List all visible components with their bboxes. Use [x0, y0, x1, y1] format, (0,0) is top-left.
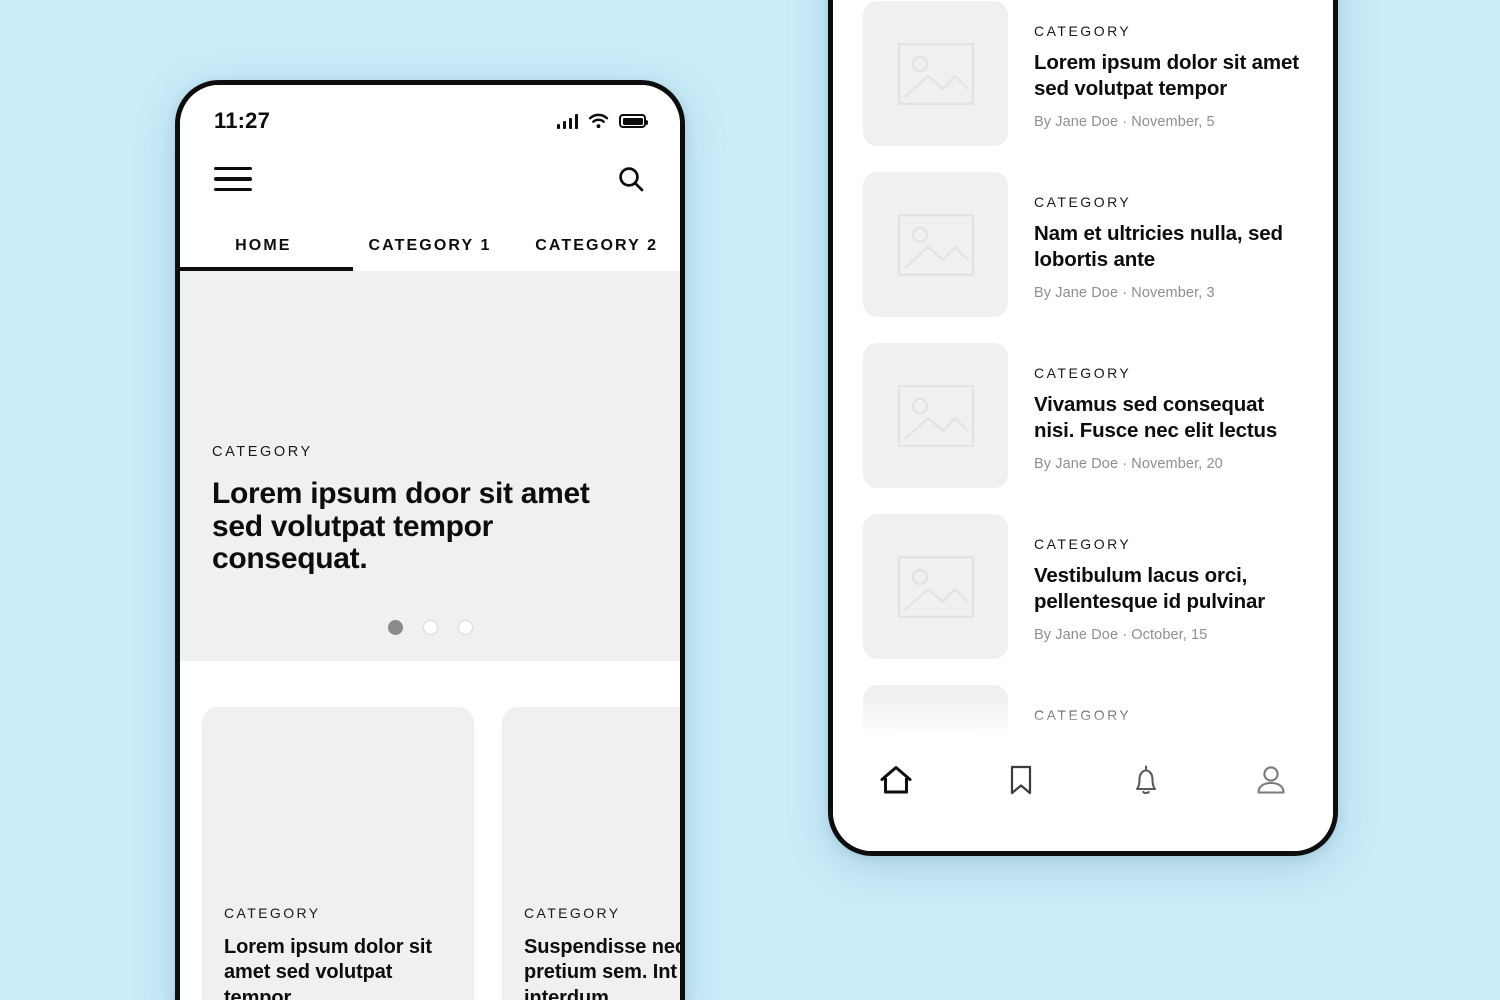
nav-bookmarks[interactable]: [958, 761, 1083, 799]
carousel-dot-1[interactable]: [387, 620, 403, 635]
wifi-icon: [588, 113, 609, 129]
list-item-body: CATEGORY Lorem ipsum dolor sit amet sed …: [1034, 1, 1303, 130]
list-item-category: CATEGORY: [1034, 707, 1132, 723]
list-item-meta: By Jane Doe · November, 3: [1034, 285, 1215, 302]
hero-carousel[interactable]: CATEGORY Lorem ipsum door sit amet sed v…: [180, 271, 680, 661]
status-bar: 11:27: [180, 85, 680, 143]
tab-category-1[interactable]: CATEGORY 1: [347, 237, 514, 271]
tab-bar: HOME CATEGORY 1 CATEGORY 2: [180, 215, 680, 271]
canvas: 11:27 HOME CATEGORY 1 CATEGORY 2 CATEGOR…: [0, 0, 1500, 1000]
carousel-dot-3[interactable]: [457, 620, 473, 635]
list-item-title: Lorem ipsum dolor sit amet sed volutpat …: [1034, 51, 1299, 100]
card-title: Lorem ipsum dolor sit amet sed volutpat …: [224, 935, 432, 1000]
list-item-title: Nam et ultricies nulla, sed lobortis ant…: [1034, 222, 1283, 271]
list-item-body: CATEGORY Nam et ultricies nulla, sed lob…: [1034, 172, 1303, 301]
list-item[interactable]: CATEGORY Vestibulum lacus orci, pellente…: [833, 514, 1333, 659]
nav-home[interactable]: [833, 761, 958, 799]
card-category: CATEGORY: [224, 904, 321, 921]
article-list: CATEGORY Lorem ipsum dolor sit amet sed …: [833, 0, 1333, 840]
battery-full-icon: [619, 114, 648, 128]
search-icon[interactable]: [616, 164, 646, 194]
carousel-dot-2[interactable]: [422, 620, 438, 635]
home-icon: [880, 766, 911, 794]
image-placeholder-icon: [897, 213, 974, 276]
list-item-meta: By Jane Doe · November, 5: [1034, 114, 1215, 131]
bottom-navigation: [833, 743, 1333, 851]
card-row: CATEGORY Lorem ipsum dolor sit amet sed …: [180, 661, 680, 1000]
app-bar: [180, 143, 680, 215]
signal-bars-icon: [556, 113, 578, 129]
bell-icon: [1135, 765, 1156, 795]
hero-title: Lorem ipsum door sit amet sed volutpat t…: [212, 476, 590, 576]
article-card[interactable]: CATEGORY Suspendisse nec pretium sem. In…: [502, 707, 680, 1000]
article-card[interactable]: CATEGORY Lorem ipsum dolor sit amet sed …: [202, 707, 474, 1000]
hamburger-menu-icon[interactable]: [214, 166, 252, 192]
nav-profile[interactable]: [1208, 761, 1333, 799]
status-icons: [556, 113, 648, 129]
list-item-body: CATEGORY Vivamus sed consequat nisi. Fus…: [1034, 343, 1303, 472]
hero-category: CATEGORY: [212, 443, 313, 460]
list-item[interactable]: CATEGORY Vivamus sed consequat nisi. Fus…: [833, 343, 1333, 488]
carousel-dots: [212, 620, 648, 661]
card-title: Suspendisse nec pretium sem. Int interdu…: [524, 935, 680, 1000]
image-placeholder-icon: [897, 42, 974, 105]
list-item-meta: By Jane Doe · November, 20: [1034, 456, 1223, 473]
thumbnail: [863, 514, 1008, 659]
list-item[interactable]: CATEGORY Nam et ultricies nulla, sed lob…: [833, 172, 1333, 317]
list-item-category: CATEGORY: [1034, 536, 1132, 552]
screen-right: CATEGORY Lorem ipsum dolor sit amet sed …: [833, 0, 1333, 851]
thumbnail: [863, 1, 1008, 146]
list-item-category: CATEGORY: [1034, 23, 1132, 39]
list-item-title: Vestibulum lacus orci, pellentesque id p…: [1034, 564, 1266, 613]
phone-mockup-left: 11:27 HOME CATEGORY 1 CATEGORY 2 CATEGOR…: [175, 80, 685, 1000]
status-time: 11:27: [214, 108, 271, 133]
nav-notifications[interactable]: [1083, 761, 1208, 799]
bookmark-icon: [1010, 765, 1031, 795]
card-category: CATEGORY: [524, 904, 621, 921]
tab-home[interactable]: HOME: [180, 237, 347, 271]
image-placeholder-icon: [897, 555, 974, 618]
image-placeholder-icon: [897, 384, 974, 447]
thumbnail: [863, 172, 1008, 317]
list-item-category: CATEGORY: [1034, 194, 1132, 210]
list-item-meta: By Jane Doe · October, 15: [1034, 627, 1208, 644]
thumbnail: [863, 343, 1008, 488]
person-icon: [1256, 766, 1285, 794]
list-item-title: Vivamus sed consequat nisi. Fusce nec el…: [1034, 393, 1278, 442]
list-item[interactable]: CATEGORY Lorem ipsum dolor sit amet sed …: [833, 1, 1333, 146]
list-item-category: CATEGORY: [1034, 365, 1132, 381]
screen-left: 11:27 HOME CATEGORY 1 CATEGORY 2 CATEGOR…: [180, 85, 680, 1000]
phone-mockup-right: CATEGORY Lorem ipsum dolor sit amet sed …: [828, 0, 1338, 856]
list-item-body: CATEGORY Vestibulum lacus orci, pellente…: [1034, 514, 1303, 643]
tab-category-2[interactable]: CATEGORY 2: [513, 237, 680, 271]
